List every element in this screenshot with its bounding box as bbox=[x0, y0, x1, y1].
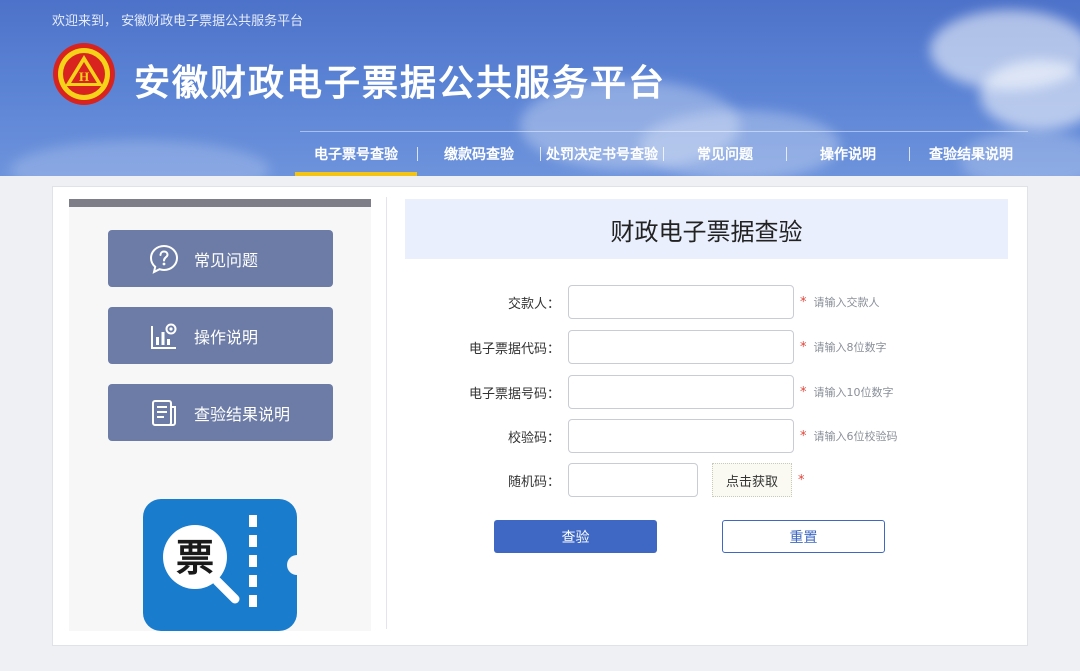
question-icon bbox=[149, 244, 179, 274]
cloud-decoration bbox=[980, 60, 1080, 130]
form-row-payer: 交款人： * 请输入交款人 bbox=[405, 285, 880, 319]
main-panel: 常见问题 操作说明 查验结果说明 票 财政电子票据查验 交款人： * 请输入交款… bbox=[52, 186, 1028, 646]
sidebar: 常见问题 操作说明 查验结果说明 票 bbox=[69, 199, 371, 631]
site-header: 欢迎来到， 安徽财政电子票据公共服务平台 H 安徽财政电子票据公共服务平台 电子… bbox=[0, 0, 1080, 176]
form-row-random-code: 随机码： 点击获取 * bbox=[405, 463, 805, 497]
field-label: 随机码： bbox=[507, 474, 560, 490]
field-label: 交款人： bbox=[507, 296, 560, 312]
required-mark: * bbox=[800, 294, 807, 310]
required-mark: * bbox=[798, 472, 805, 488]
verify-button[interactable]: 查验 bbox=[494, 520, 657, 553]
sidebar-button-result-explanation[interactable]: 查验结果说明 bbox=[108, 384, 333, 441]
sidebar-button-faq[interactable]: 常见问题 bbox=[108, 230, 333, 287]
nav-tab-penalty-decision[interactable]: 处罚决定书号查验 bbox=[541, 132, 663, 176]
required-mark: * bbox=[800, 428, 807, 444]
sidebar-button-instructions[interactable]: 操作说明 bbox=[108, 307, 333, 364]
captcha-fetch-button[interactable]: 点击获取 bbox=[712, 463, 792, 497]
svg-text:票: 票 bbox=[176, 536, 214, 580]
cloud-decoration bbox=[10, 140, 270, 176]
random-code-input[interactable] bbox=[568, 463, 698, 497]
field-hint: 请输入6位校验码 bbox=[813, 430, 898, 443]
nav-tab-faq[interactable]: 常见问题 bbox=[664, 132, 786, 176]
check-code-input[interactable] bbox=[568, 419, 794, 453]
form-row-ticket-number: 电子票据号码： * 请输入10位数字 bbox=[405, 375, 894, 409]
ticket-search-app-icon: 票 bbox=[143, 499, 297, 631]
sidebar-button-label: 操作说明 bbox=[194, 327, 259, 347]
field-hint: 请输入交款人 bbox=[813, 296, 880, 309]
field-label: 电子票据号码： bbox=[468, 386, 560, 402]
nav-tab-result-explanation[interactable]: 查验结果说明 bbox=[910, 132, 1032, 176]
required-mark: * bbox=[800, 384, 807, 400]
field-label: 电子票据代码： bbox=[468, 341, 560, 357]
svg-text:H: H bbox=[79, 69, 89, 84]
nav-tab-instructions[interactable]: 操作说明 bbox=[787, 132, 909, 176]
main-nav: 电子票号查验 缴款码查验 处罚决定书号查验 常见问题 操作说明 查验结果说明 bbox=[295, 132, 1032, 176]
payer-input[interactable] bbox=[568, 285, 794, 319]
document-icon bbox=[152, 399, 176, 426]
reset-button[interactable]: 重置 bbox=[722, 520, 885, 553]
panel-divider bbox=[386, 197, 387, 629]
form-row-check-code: 校验码： * 请输入6位校验码 bbox=[405, 419, 898, 453]
form-title: 财政电子票据查验 bbox=[405, 199, 1008, 259]
emblem-logo-icon: H bbox=[53, 43, 115, 105]
ticket-code-input[interactable] bbox=[568, 330, 794, 364]
welcome-text: 欢迎来到， 安徽财政电子票据公共服务平台 bbox=[52, 14, 304, 29]
sidebar-button-label: 常见问题 bbox=[194, 250, 259, 270]
field-hint: 请输入10位数字 bbox=[813, 386, 894, 399]
sidebar-top-bar bbox=[69, 199, 371, 207]
field-hint: 请输入8位数字 bbox=[813, 341, 887, 354]
ticket-number-input[interactable] bbox=[568, 375, 794, 409]
sidebar-button-label: 查验结果说明 bbox=[194, 404, 291, 424]
nav-tab-payment-code[interactable]: 缴款码查验 bbox=[418, 132, 540, 176]
form-row-ticket-code: 电子票据代码： * 请输入8位数字 bbox=[405, 330, 887, 364]
field-label: 校验码： bbox=[507, 430, 560, 446]
site-title: 安徽财政电子票据公共服务平台 bbox=[134, 63, 667, 104]
nav-tab-electronic-ticket[interactable]: 电子票号查验 bbox=[295, 132, 417, 176]
chart-gear-icon bbox=[151, 323, 177, 349]
verification-form: 财政电子票据查验 交款人： * 请输入交款人 电子票据代码： * 请输入8位数字… bbox=[405, 199, 1008, 553]
required-mark: * bbox=[800, 339, 807, 355]
